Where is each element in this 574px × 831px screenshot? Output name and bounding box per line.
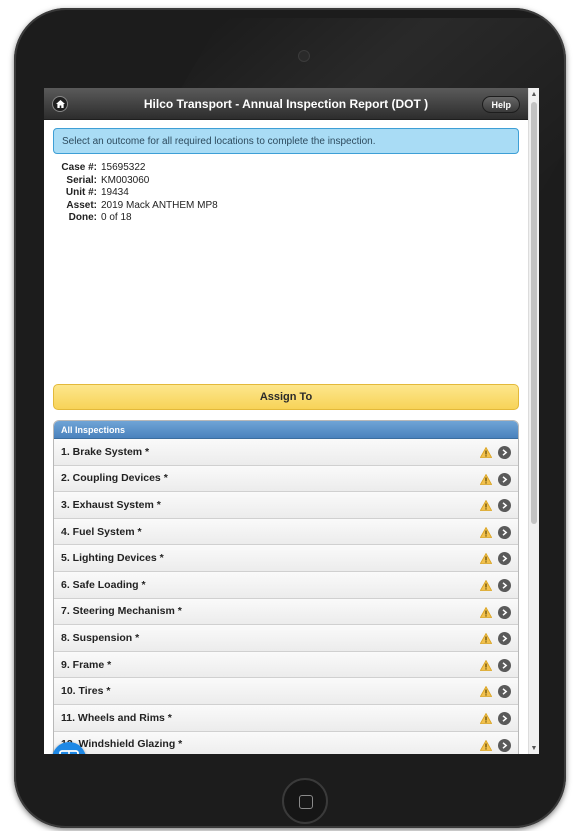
detail-label: Done: [68, 212, 97, 223]
list-item[interactable]: 6. Safe Loading * [54, 571, 518, 599]
list-item-label: 10. Tires * [61, 685, 111, 698]
list-item-label: 6. Safe Loading * [61, 578, 146, 591]
detail-asset: Asset: 2019 Mack ANTHEM MP8 [55, 199, 218, 213]
info-notice: Select an outcome for all required locat… [53, 128, 519, 154]
list-item[interactable]: 9. Frame * [54, 651, 518, 679]
chevron-right-icon[interactable] [498, 711, 511, 725]
list-item-label: 9. Frame * [61, 658, 112, 671]
chevron-right-icon[interactable] [498, 499, 511, 513]
detail-done: Done: 0 of 18 [55, 212, 218, 225]
list-item-label: 8. Suspension * [61, 631, 140, 644]
case-details: Case #: 15695322 Serial: KM003060 Unit #… [55, 162, 218, 225]
list-item[interactable]: 3. Exhaust System * [54, 492, 518, 519]
detail-value: 15695322 [101, 162, 146, 173]
camera-icon [298, 50, 310, 62]
warning-icon [480, 712, 492, 724]
list-item-label: 2. Coupling Devices * [61, 472, 168, 485]
chevron-right-icon[interactable] [498, 525, 511, 539]
list-item-label: 7. Steering Mechanism * [61, 605, 182, 618]
warning-icon [480, 659, 492, 671]
chevron-right-icon[interactable] [498, 632, 511, 646]
page-title: Hilco Transport - Annual Inspection Repo… [143, 96, 429, 111]
detail-label: Case #: [61, 162, 97, 173]
warning-icon [480, 606, 492, 618]
warning-icon [480, 579, 492, 591]
list-item[interactable]: 11. Wheels and Rims * [54, 704, 518, 732]
detail-value: 19434 [101, 187, 129, 198]
detail-label: Asset: [66, 199, 97, 211]
warning-icon [480, 447, 492, 458]
warning-icon [480, 473, 492, 485]
list-item[interactable]: 7. Steering Mechanism * [54, 598, 518, 626]
detail-label: Unit #: [65, 187, 97, 198]
detail-label: Serial: [66, 174, 97, 186]
list-item[interactable]: 8. Suspension * [54, 625, 518, 652]
list-item[interactable]: 12. Windshield Glazing * [54, 731, 518, 754]
app-header: Hilco Transport - Annual Inspection Repo… [44, 88, 528, 120]
scroll-down-icon[interactable]: ▼ [529, 742, 539, 754]
list-item-label: 1. Brake System * [61, 445, 150, 458]
detail-value: 2019 Mack ANTHEM MP8 [101, 199, 218, 211]
chevron-right-icon[interactable] [498, 446, 511, 459]
chevron-right-icon[interactable] [498, 578, 511, 592]
chevron-right-icon[interactable] [498, 738, 511, 752]
warning-icon [480, 633, 492, 645]
list-item[interactable]: 2. Coupling Devices * [54, 465, 518, 493]
app-screen: Hilco Transport - Annual Inspection Repo… [44, 88, 539, 754]
scroll-up-icon[interactable]: ▲ [529, 88, 539, 100]
detail-unit: Unit #: 19434 [55, 187, 218, 200]
detail-value: KM003060 [101, 174, 150, 186]
home-icon[interactable] [52, 96, 68, 112]
chevron-right-icon[interactable] [498, 552, 511, 566]
list-item-label: 4. Fuel System * [61, 525, 142, 538]
help-button[interactable]: Help [482, 96, 520, 113]
list-item-label: 3. Exhaust System * [61, 498, 161, 511]
assign-to-button[interactable]: Assign To [53, 384, 519, 410]
detail-case: Case #: 15695322 [55, 162, 218, 175]
chevron-right-icon[interactable] [498, 658, 511, 672]
warning-icon [480, 526, 492, 538]
warning-icon [480, 553, 492, 565]
list-item[interactable]: 10. Tires * [54, 678, 518, 705]
inspections-list: All Inspections 1. Brake System * 2. Coup… [53, 420, 519, 754]
list-item[interactable]: 1. Brake System * [54, 439, 518, 466]
list-item[interactable]: 4. Fuel System * [54, 518, 518, 546]
list-item[interactable]: 5. Lighting Devices * [54, 545, 518, 572]
warning-icon [480, 739, 492, 751]
scrollbar[interactable]: ▲ ▼ [528, 88, 539, 754]
chevron-right-icon[interactable] [498, 685, 511, 699]
scroll-thumb[interactable] [531, 102, 537, 524]
list-item-label: 11. Wheels and Rims * [61, 711, 172, 724]
warning-icon [480, 500, 492, 512]
chevron-right-icon[interactable] [498, 605, 511, 619]
chevron-right-icon[interactable] [498, 472, 511, 486]
list-header: All Inspections [54, 421, 518, 439]
warning-icon [480, 686, 492, 698]
list-item-label: 5. Lighting Devices * [61, 552, 164, 565]
book-icon [59, 750, 79, 754]
detail-value: 0 of 18 [101, 212, 132, 223]
device-home-button[interactable] [282, 778, 328, 824]
main-content: Select an outcome for all required locat… [44, 120, 528, 754]
detail-serial: Serial: KM003060 [55, 175, 218, 188]
